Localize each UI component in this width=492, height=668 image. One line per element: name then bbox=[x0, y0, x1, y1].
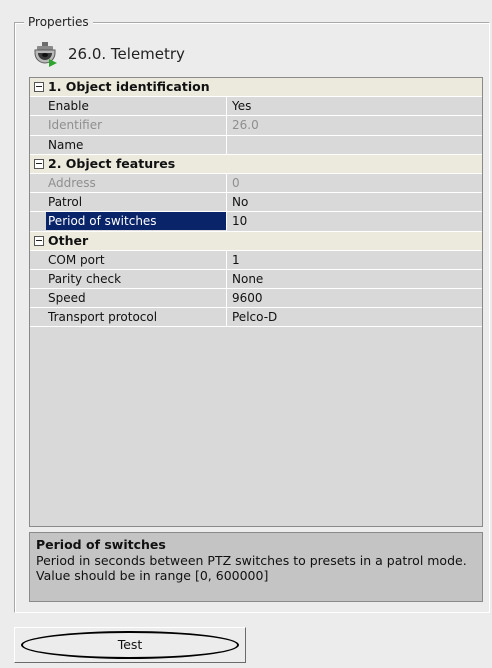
property-row-enable[interactable]: Enable Yes bbox=[30, 97, 482, 117]
collapse-toggle-icon[interactable] bbox=[34, 158, 44, 169]
category-label: 1. Object identification bbox=[48, 79, 210, 94]
category-row-other[interactable]: Other bbox=[30, 231, 482, 251]
property-row-speed[interactable]: Speed 9600 bbox=[30, 289, 482, 309]
property-row-period-of-switches[interactable]: Period of switches 10 bbox=[30, 212, 482, 232]
property-row-com-port[interactable]: COM port 1 bbox=[30, 250, 482, 270]
property-value[interactable]: None bbox=[227, 270, 482, 290]
property-grid[interactable]: 1. Object identification Enable Yes Iden… bbox=[29, 77, 483, 527]
properties-window: Properties 26.0. Telemetry 1. Object ide… bbox=[0, 0, 492, 668]
category-row-object-features[interactable]: 2. Object features bbox=[30, 154, 482, 174]
description-title: Period of switches bbox=[36, 537, 166, 552]
test-button-frame: Test bbox=[14, 627, 246, 663]
test-button[interactable]: Test bbox=[21, 631, 239, 659]
groupbox-title: Properties bbox=[24, 14, 93, 30]
property-row-parity-check[interactable]: Parity check None bbox=[30, 269, 482, 290]
description-text: Period in seconds between PTZ switches t… bbox=[36, 553, 467, 583]
property-value[interactable] bbox=[227, 136, 482, 155]
property-name: COM port bbox=[30, 250, 227, 270]
property-row-transport-protocol[interactable]: Transport protocol Pelco-D bbox=[30, 308, 482, 328]
property-value[interactable]: 1 bbox=[227, 251, 482, 270]
property-value: 26.0 bbox=[227, 116, 482, 136]
collapse-toggle-icon[interactable] bbox=[34, 235, 44, 246]
category-label: Other bbox=[48, 232, 89, 248]
property-value[interactable]: 9600 bbox=[227, 289, 482, 309]
category-row-object-identification[interactable]: 1. Object identification bbox=[30, 78, 482, 98]
property-name: Enable bbox=[30, 97, 227, 117]
property-value: 0 bbox=[227, 174, 482, 194]
object-header: 26.0. Telemetry bbox=[32, 41, 185, 67]
category-label: 2. Object features bbox=[48, 155, 176, 171]
ptz-dome-camera-icon bbox=[32, 41, 58, 67]
property-name: Transport protocol bbox=[30, 308, 227, 328]
property-value[interactable]: Yes bbox=[227, 97, 482, 117]
property-row-patrol[interactable]: Patrol No bbox=[30, 193, 482, 213]
property-name: Patrol bbox=[30, 193, 227, 213]
property-name: Parity check bbox=[30, 269, 227, 290]
property-row-name[interactable]: Name bbox=[30, 135, 482, 155]
property-value[interactable]: 10 bbox=[227, 212, 482, 232]
property-name: Name bbox=[30, 135, 227, 155]
property-row-address[interactable]: Address 0 bbox=[30, 173, 482, 194]
property-name-selected: Period of switches bbox=[30, 212, 227, 232]
property-name: Address bbox=[30, 173, 227, 194]
object-title: 26.0. Telemetry bbox=[68, 45, 185, 63]
property-description-panel: Period of switches Period in seconds bet… bbox=[29, 532, 483, 602]
property-name: Speed bbox=[30, 289, 227, 309]
property-row-identifier[interactable]: Identifier 26.0 bbox=[30, 116, 482, 136]
collapse-toggle-icon[interactable] bbox=[34, 82, 44, 92]
property-value[interactable]: No bbox=[227, 193, 482, 213]
property-name: Identifier bbox=[30, 116, 227, 136]
property-value[interactable]: Pelco-D bbox=[227, 308, 482, 328]
